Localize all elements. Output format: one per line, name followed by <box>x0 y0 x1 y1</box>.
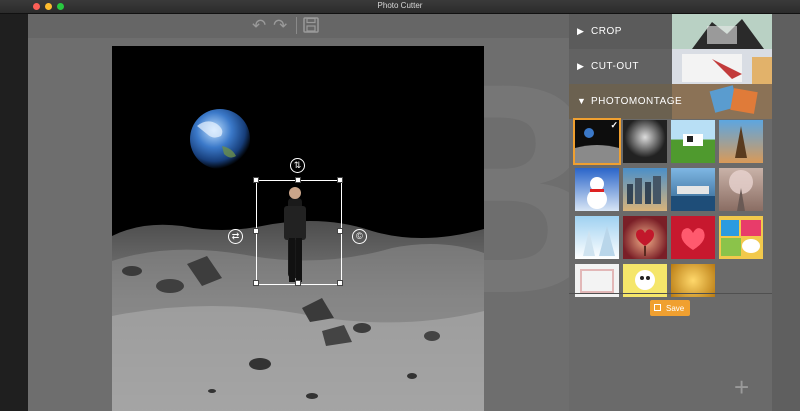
window-title: Photo Cutter <box>377 1 423 10</box>
template-thumb[interactable] <box>575 216 619 259</box>
crop-hands-art <box>672 14 772 49</box>
comic-thumb-art <box>721 220 761 256</box>
resize-handle-top-right[interactable] <box>337 177 343 183</box>
resize-handle-top[interactable] <box>295 177 301 183</box>
save-icon <box>654 304 661 311</box>
collapsed-triangle-icon: ▶ <box>577 26 584 36</box>
flip-horizontal-icon[interactable]: ⇄ <box>228 229 243 244</box>
heart-tree-thumb-art <box>636 229 654 256</box>
template-thumb[interactable] <box>671 216 715 259</box>
resize-handle-bottom-left[interactable] <box>253 280 259 286</box>
save-button-label: Save <box>666 304 685 313</box>
snowman-thumb-art <box>587 177 607 209</box>
toolbar: ↶ ↷ <box>28 14 569 38</box>
skyline-thumb-art <box>627 176 661 204</box>
add-template-button[interactable]: + <box>734 372 749 403</box>
template-thumb[interactable] <box>719 168 763 211</box>
template-thumb[interactable] <box>623 168 667 211</box>
resize-handle-left[interactable] <box>253 228 259 234</box>
red-heart-thumb-art <box>681 228 705 250</box>
canvas-area: B <box>28 38 569 411</box>
template-thumb[interactable] <box>623 216 667 259</box>
sidebar-scrollbar[interactable] <box>772 14 800 411</box>
template-thumb[interactable] <box>623 120 667 163</box>
resize-handle-bottom[interactable] <box>295 280 301 286</box>
tree-road-thumb-art <box>729 170 753 211</box>
editor-pane: ↶ ↷ B <box>28 14 569 411</box>
template-thumb[interactable] <box>671 120 715 163</box>
crop-section-header[interactable]: ▶ CROP <box>569 14 772 49</box>
winter-thumb-art <box>583 226 615 256</box>
cutout-section-label: CUT-OUT <box>591 61 639 72</box>
template-thumb[interactable] <box>671 168 715 211</box>
photo-canvas[interactable]: ⇅ ⇄ © <box>112 46 484 411</box>
selection-box[interactable] <box>256 180 342 285</box>
template-thumb[interactable] <box>575 168 619 211</box>
template-thumb[interactable] <box>719 120 763 163</box>
resize-handle-top-left[interactable] <box>253 177 259 183</box>
photomontage-art <box>672 84 772 119</box>
flip-vertical-icon[interactable]: ⇅ <box>290 158 305 173</box>
crop-section-label: CROP <box>591 26 622 37</box>
cow-thumb-art <box>683 134 703 146</box>
undo-icon[interactable]: ↶ <box>252 16 266 36</box>
resize-handle-right[interactable] <box>337 228 343 234</box>
copy-layer-icon[interactable]: © <box>352 229 367 244</box>
collapsed-triangle-icon: ▶ <box>577 61 584 71</box>
resize-handle-bottom-right[interactable] <box>337 280 343 286</box>
cutout-scissors-art <box>672 49 772 84</box>
template-thumb[interactable]: ✓ <box>573 118 621 165</box>
sidebar-divider <box>569 293 772 294</box>
eiffel-thumb-art <box>735 126 747 158</box>
save-button[interactable]: Save <box>650 300 690 316</box>
floppy-disk-icon[interactable] <box>303 17 319 38</box>
harbor-thumb-art <box>671 186 715 211</box>
expanded-triangle-icon: ▼ <box>577 96 586 106</box>
photomontage-section-label: PHOTOMONTAGE <box>591 96 683 107</box>
template-thumb[interactable] <box>719 216 763 259</box>
sidebar: ▶ CROP ▶ CUT-OUT ▼ PHOTOMONTAGE ✓ + Save <box>569 14 800 411</box>
photomontage-section-header[interactable]: ▼ PHOTOMONTAGE <box>569 84 772 119</box>
title-bar: Photo Cutter <box>0 0 800 14</box>
toolbar-divider <box>296 17 297 34</box>
redo-icon[interactable]: ↷ <box>273 16 287 36</box>
cutout-section-header[interactable]: ▶ CUT-OUT <box>569 49 772 84</box>
check-icon: ✓ <box>610 120 618 130</box>
